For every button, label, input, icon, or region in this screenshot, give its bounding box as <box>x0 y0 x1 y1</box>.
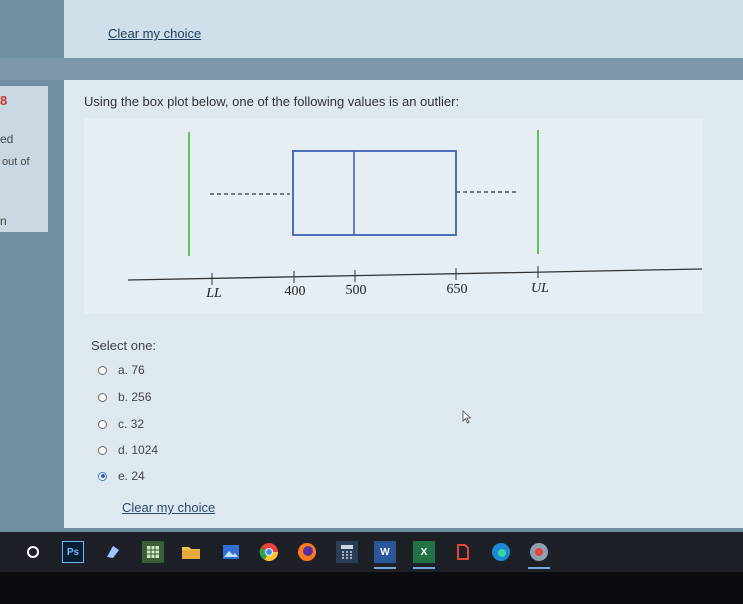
chrome-alt-active-indicator <box>528 567 550 569</box>
edge-icon[interactable] <box>490 541 512 563</box>
select-one-label: Select one: <box>91 338 157 353</box>
firefox-icon[interactable] <box>296 541 318 563</box>
option-e-radio[interactable] <box>98 471 107 481</box>
app-red-icon[interactable] <box>452 541 474 563</box>
excel-active-indicator <box>413 567 435 569</box>
axis-label-500: 500 <box>346 283 367 298</box>
option-d-radio[interactable] <box>98 445 107 455</box>
axis-label-ll: LL <box>205 286 222 301</box>
info-flag: n <box>0 214 7 228</box>
option-d-label: d. 1024 <box>118 443 159 457</box>
app-blue-icon[interactable] <box>102 541 124 563</box>
app-green-grid-icon[interactable] <box>142 541 164 563</box>
clear-choice-link[interactable]: Clear my choice <box>122 500 215 515</box>
question-info-box: 8 ed out of n <box>0 86 48 232</box>
file-explorer-icon[interactable] <box>180 541 202 563</box>
axis-label-ul: UL <box>531 281 549 296</box>
word-active-indicator <box>374 567 396 569</box>
info-marks: out of <box>2 156 30 168</box>
axis-line <box>127 268 703 281</box>
clear-choice-link-top[interactable]: Clear my choice <box>108 26 201 41</box>
option-a-label: a. 76 <box>118 363 145 377</box>
word-icon[interactable]: W <box>374 541 396 563</box>
chrome-alt-icon[interactable] <box>528 541 550 563</box>
option-e[interactable]: e. 24 <box>98 467 145 485</box>
photos-icon[interactable] <box>220 541 242 563</box>
previous-question-panel: Clear my choice <box>64 0 743 58</box>
box <box>292 150 457 236</box>
question-number: 8 <box>0 93 8 108</box>
option-e-label: e. 24 <box>118 469 145 483</box>
chrome-icon[interactable] <box>258 541 280 563</box>
option-b[interactable]: b. 256 <box>98 388 151 406</box>
excel-icon[interactable]: X <box>413 541 435 563</box>
search-circle-icon[interactable] <box>22 541 44 563</box>
info-status: ed <box>0 132 14 146</box>
mouse-cursor-icon <box>462 410 472 424</box>
option-b-radio[interactable] <box>98 392 107 402</box>
option-c-label: c. 32 <box>118 417 145 431</box>
option-c[interactable]: c. 32 <box>98 415 144 433</box>
option-b-label: b. 256 <box>118 390 152 404</box>
option-a-radio[interactable] <box>98 365 107 375</box>
taskbar: Ps W X <box>0 532 743 572</box>
box-plot-svg: LL 400 500 650 UL <box>127 130 703 301</box>
box-plot-figure: LL 400 500 650 UL <box>84 118 703 314</box>
calculator-icon[interactable] <box>336 541 358 563</box>
option-d[interactable]: d. 1024 <box>98 441 158 459</box>
axis-label-400: 400 <box>285 284 306 299</box>
option-a[interactable]: a. 76 <box>98 361 145 379</box>
question-panel: Using the box plot below, one of the fol… <box>64 80 743 528</box>
question-text: Using the box plot below, one of the fol… <box>84 94 460 109</box>
axis-label-650: 650 <box>447 282 468 297</box>
option-c-radio[interactable] <box>98 419 107 429</box>
photoshop-icon[interactable]: Ps <box>62 541 84 563</box>
panel-separator <box>0 58 743 80</box>
screen-bezel <box>0 572 743 604</box>
